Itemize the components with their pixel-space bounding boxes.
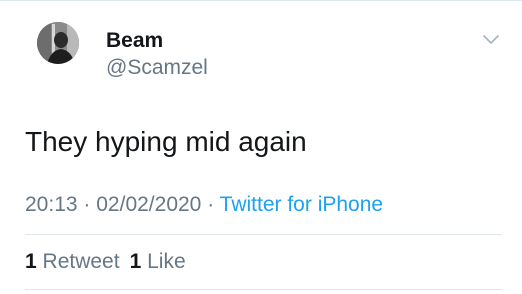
retweets-label: Retweet: [42, 250, 120, 273]
divider: [25, 234, 502, 235]
tweet-card: Beam @Scamzel They hyping mid again 20:1…: [0, 0, 522, 294]
meta-separator: ·: [207, 193, 215, 216]
tweet-time[interactable]: 20:13: [25, 193, 78, 216]
user-handle[interactable]: @Scamzel: [106, 56, 208, 80]
avatar-image: [37, 22, 79, 64]
likes-label: Like: [147, 250, 186, 273]
divider: [25, 289, 502, 290]
tweet-stats: 1 Retweet 1 Like: [25, 250, 186, 274]
meta-separator: ·: [83, 193, 91, 216]
tweet-text: They hyping mid again: [25, 126, 307, 157]
chevron-down-icon[interactable]: [480, 28, 502, 50]
retweets-count: 1: [25, 250, 37, 273]
top-divider: [0, 0, 522, 1]
retweets-stat[interactable]: 1 Retweet: [25, 250, 120, 273]
tweet-date[interactable]: 02/02/2020: [96, 193, 201, 216]
avatar[interactable]: [37, 22, 79, 64]
display-name[interactable]: Beam: [106, 29, 163, 53]
likes-stat[interactable]: 1 Like: [130, 250, 186, 273]
tweet-meta: 20:13 · 02/02/2020 · Twitter for iPhone: [25, 193, 383, 217]
tweet-source-link[interactable]: Twitter for iPhone: [220, 193, 383, 216]
likes-count: 1: [129, 250, 142, 273]
